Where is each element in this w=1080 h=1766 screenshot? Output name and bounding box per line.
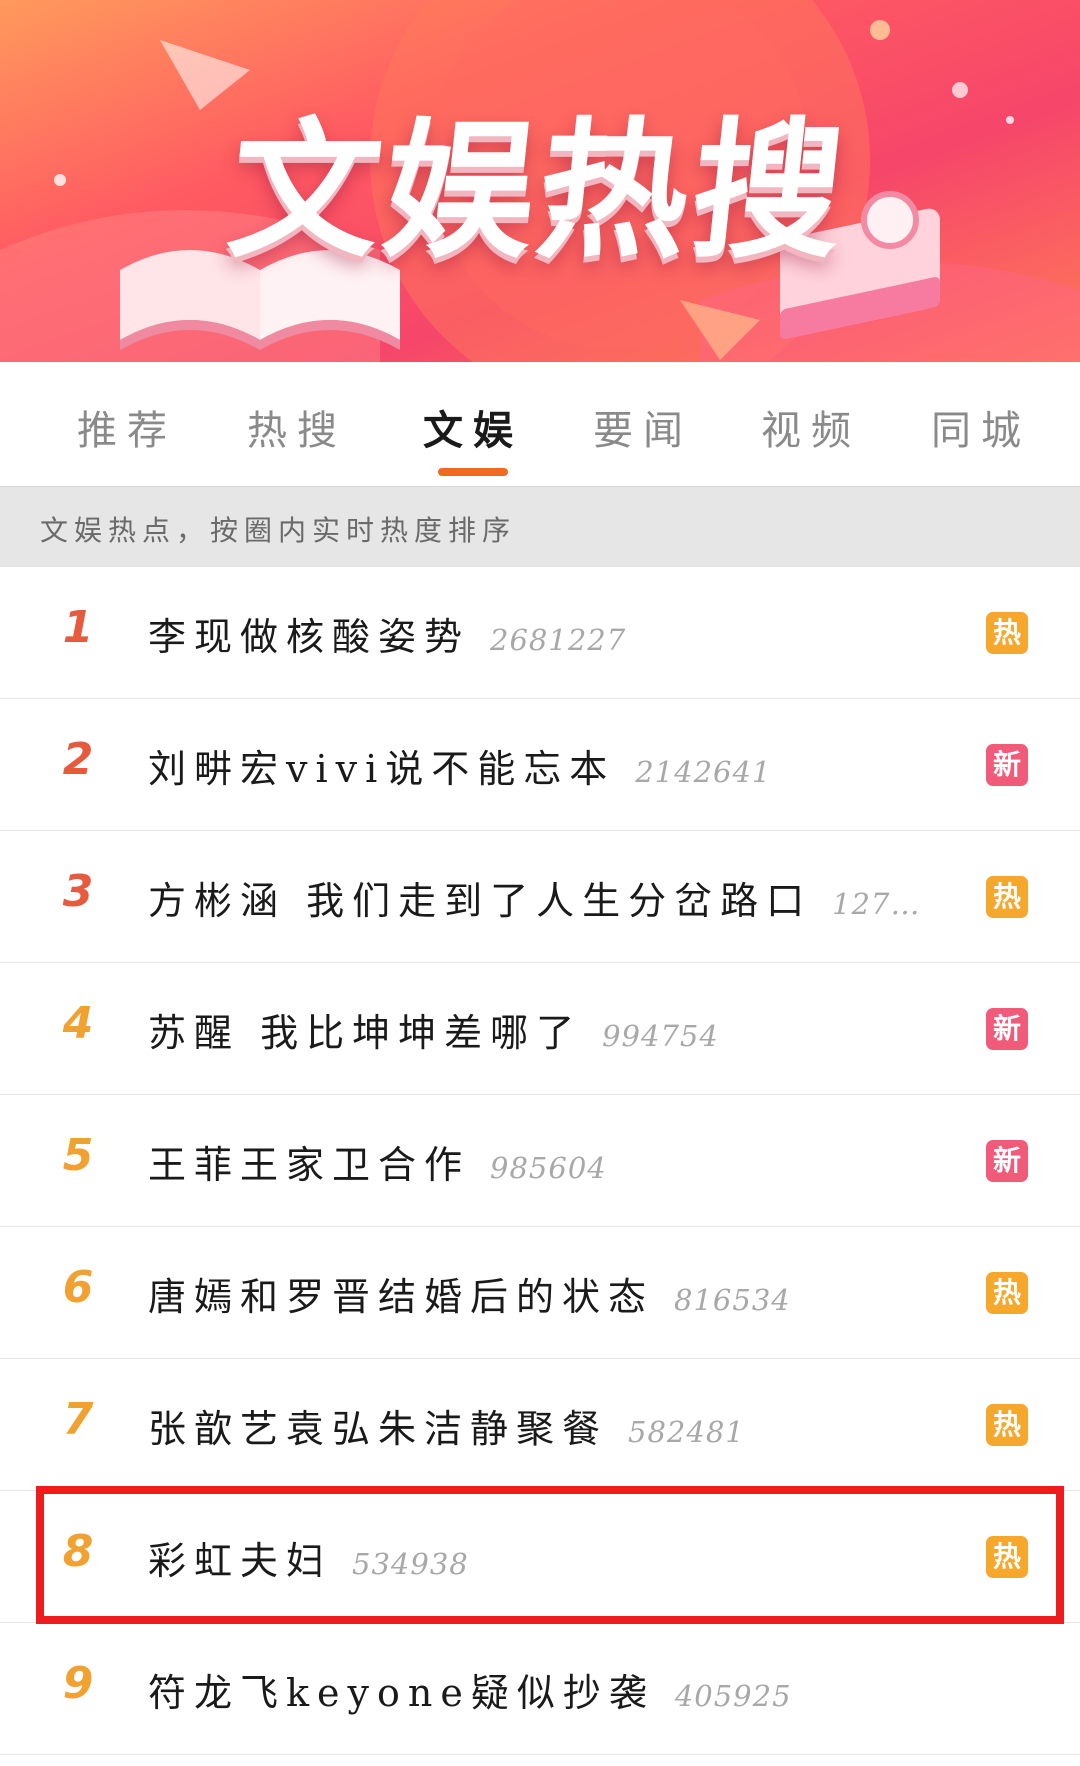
tab-entertainment[interactable]: 文娱 [398, 398, 548, 456]
category-tabs: 推荐 热搜 文娱 要闻 视频 同城 [0, 362, 1080, 486]
item-text: 张歆艺袁弘朱洁静聚餐 582481 [148, 1398, 938, 1453]
heat-count: 2681227 [490, 623, 627, 657]
rank-number: 4 [62, 998, 94, 1049]
item-title[interactable]: 张歆艺袁弘朱洁静聚餐 [148, 1407, 608, 1451]
item-title[interactable]: 唐嫣和罗晋结婚后的状态 [148, 1275, 654, 1319]
heat-count: 816534 [674, 1283, 791, 1317]
tab-hot-search[interactable]: 热搜 [222, 398, 372, 456]
new-badge: 新 [986, 1140, 1028, 1182]
active-tab-indicator [438, 468, 508, 476]
list-item-3[interactable]: 3 方彬涵 我们走到了人生分岔路口 127… 热 [0, 830, 1080, 963]
hot-badge: 热 [986, 612, 1028, 654]
heat-count: 2142641 [635, 755, 772, 789]
info-text: 文娱热点，按圈内实时热度排序 [40, 514, 517, 547]
item-title[interactable]: 李现做核酸姿势 [148, 615, 470, 659]
item-title[interactable]: 王菲王家卫合作 [148, 1143, 470, 1187]
info-bar: 文娱热点，按圈内实时热度排序 [0, 486, 1080, 567]
item-title[interactable]: 符龙飞keyone疑似抄袭 [148, 1671, 655, 1715]
heat-count: 985604 [490, 1151, 607, 1185]
list-item-2[interactable]: 2 刘畊宏vivi说不能忘本 2142641 新 [0, 698, 1080, 831]
hot-badge: 热 [986, 876, 1028, 918]
heat-count: 405925 [674, 1679, 792, 1713]
rank-number: 5 [62, 1130, 94, 1181]
list-item-7[interactable]: 7 张歆艺袁弘朱洁静聚餐 582481 热 [0, 1358, 1080, 1491]
rank-number: 6 [62, 1262, 94, 1313]
item-text: 苏醒 我比坤坤差哪了 994754 [148, 1002, 938, 1057]
tab-recommend[interactable]: 推荐 [52, 398, 202, 456]
item-text: 王菲王家卫合作 985604 [148, 1134, 938, 1189]
item-text: 唐嫣和罗晋结婚后的状态 816534 [148, 1266, 938, 1321]
rank-number: 7 [62, 1394, 94, 1445]
new-badge: 新 [986, 1008, 1028, 1050]
list-item-4[interactable]: 4 苏醒 我比坤坤差哪了 994754 新 [0, 962, 1080, 1095]
item-title[interactable]: 方彬涵 我们走到了人生分岔路口 [148, 879, 812, 923]
list-item-1[interactable]: 1 李现做核酸姿势 2681227 热 [0, 566, 1080, 699]
heat-count: 582481 [628, 1415, 745, 1449]
list-item-5[interactable]: 5 王菲王家卫合作 985604 新 [0, 1094, 1080, 1227]
item-title[interactable]: 刘畊宏vivi说不能忘本 [148, 747, 615, 791]
item-text: 方彬涵 我们走到了人生分岔路口 127… [148, 870, 938, 925]
banner: 文娱热搜 [0, 0, 1080, 362]
item-title[interactable]: 苏醒 我比坤坤差哪了 [148, 1011, 582, 1055]
item-text: 符龙飞keyone疑似抄袭 405925 [148, 1662, 938, 1717]
banner-title: 文娱热搜 [221, 105, 856, 279]
rank-number: 2 [62, 734, 94, 785]
list-item-6[interactable]: 6 唐嫣和罗晋结婚后的状态 816534 热 [0, 1226, 1080, 1359]
tab-video[interactable]: 视频 [736, 398, 886, 456]
hot-badge: 热 [986, 1272, 1028, 1314]
page: 文娱热搜 推荐 热搜 文娱 要闻 视频 同城 文娱热点，按圈内实时热度排序 1 … [0, 0, 1080, 1766]
item-text: 刘畊宏vivi说不能忘本 2142641 [148, 738, 938, 793]
rank-number: 3 [62, 866, 94, 917]
rank-number: 1 [62, 602, 94, 653]
hot-badge: 热 [986, 1404, 1028, 1446]
highlight-box [36, 1486, 1064, 1624]
item-text: 李现做核酸姿势 2681227 [148, 606, 938, 661]
heat-count: 127… [832, 887, 921, 921]
heat-count: 994754 [602, 1019, 719, 1053]
new-badge: 新 [986, 744, 1028, 786]
rank-number: 9 [62, 1658, 94, 1709]
tab-news[interactable]: 要闻 [568, 398, 718, 456]
list-item-9[interactable]: 9 符龙飞keyone疑似抄袭 405925 [0, 1622, 1080, 1755]
tab-local[interactable]: 同城 [906, 398, 1056, 456]
